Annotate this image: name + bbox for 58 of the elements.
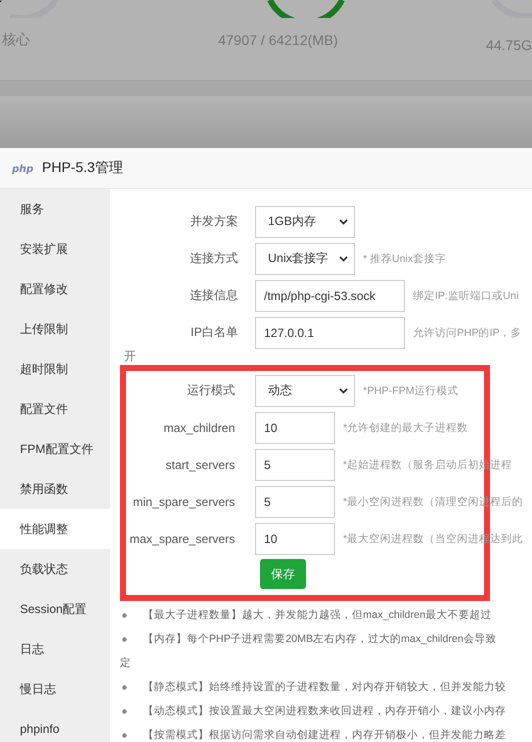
cpu-label: 核心 bbox=[2, 31, 30, 49]
note-text: 【内存】每个PHP子进程需要20MB左右内存，过大的max_children会导致 bbox=[143, 632, 496, 646]
hint-text: *PHP-FPM运行模式 bbox=[363, 384, 458, 398]
sidebar-item[interactable]: 禁用函数 bbox=[0, 469, 110, 509]
field-label: 运行模式 bbox=[186, 382, 235, 399]
sidebar-item[interactable]: FPM配置文件 bbox=[0, 429, 110, 469]
input-field[interactable]: 5 bbox=[255, 486, 335, 518]
field-label: max_children bbox=[162, 420, 235, 434]
sidebar-item[interactable]: 安装扩展 bbox=[0, 229, 110, 269]
input-field[interactable]: /tmp/php-cgi-53.sock bbox=[255, 280, 405, 312]
gauge-ring-drawing bbox=[0, 0, 60, 18]
hint-text: *允许创建的最大子进程数 bbox=[343, 420, 468, 434]
field-label: start_servers bbox=[164, 458, 235, 472]
input-field[interactable]: 10 bbox=[255, 522, 335, 554]
hint-text: * 推荐Unix套接字 bbox=[363, 252, 446, 266]
dropdown[interactable]: 动态 bbox=[255, 374, 355, 406]
sidebar-item[interactable]: phpinfo bbox=[0, 709, 110, 742]
dropdown[interactable]: 1GB内存 bbox=[255, 206, 355, 238]
sidebar-item[interactable]: Session配置 bbox=[0, 589, 110, 629]
memory-reading: 47907 / 64212(MB) bbox=[218, 32, 338, 48]
field-label: IP白名单 bbox=[190, 324, 238, 341]
caret-icon bbox=[339, 256, 348, 262]
hint-text: 绑定IP:监听端口或Uni bbox=[413, 288, 519, 302]
wrapped-text: 开 bbox=[124, 348, 137, 365]
dropdown[interactable]: Unix套接字 bbox=[255, 242, 355, 274]
field-label: 连接方式 bbox=[189, 250, 238, 267]
note-text: 【最大子进程数量】越大，并发能力越强，但max_children最大不要超过 bbox=[143, 608, 492, 622]
note-text: 【静态模式】始终维持设置的子进程数量，对内存开销较大，但并发能力较 bbox=[143, 680, 506, 694]
sidebar-item[interactable]: 服务 bbox=[0, 189, 110, 229]
bullet-icon bbox=[122, 708, 127, 714]
sidebar-item[interactable]: 配置文件 bbox=[0, 389, 110, 429]
sidebar-item[interactable]: 日志 bbox=[0, 629, 110, 669]
sidebar-item[interactable]: 负载状态 bbox=[0, 549, 110, 589]
bullet-icon bbox=[122, 684, 127, 690]
caret-icon bbox=[339, 388, 348, 394]
note-text: 【按需模式】根据访问需求自动创建进程，内存开销极小，但并发能力略差 bbox=[143, 728, 506, 742]
php-logo-icon: php bbox=[12, 162, 36, 174]
field-label: 连接信息 bbox=[189, 287, 238, 304]
field-label: min_spare_servers bbox=[132, 494, 235, 508]
input-field[interactable]: 5 bbox=[255, 448, 335, 480]
dialog-title: PHP-5.3管理 bbox=[42, 159, 123, 177]
bullet-icon bbox=[122, 612, 127, 618]
sidebar-item[interactable]: 配置修改 bbox=[0, 269, 110, 309]
bullet-icon bbox=[122, 636, 127, 642]
hint-text: 允许访问PHP的IP，多 bbox=[413, 326, 522, 340]
note-text: 定 bbox=[120, 656, 131, 670]
input-field[interactable]: 10 bbox=[255, 412, 335, 444]
bullet-icon bbox=[122, 732, 127, 738]
sidebar-item[interactable]: 慢日志 bbox=[0, 669, 110, 709]
sidebar-item[interactable]: 超时限制 bbox=[0, 349, 110, 389]
sidebar-item[interactable]: 上传限制 bbox=[0, 309, 110, 349]
field-label: max_spare_servers bbox=[128, 532, 235, 546]
caret-icon bbox=[339, 218, 348, 224]
note-text: 【动态模式】按设置最大空闲进程数来收回进程，内存开销小，建议小内存 bbox=[143, 704, 506, 718]
disk-reading: 44.75G bbox=[486, 37, 532, 53]
sidebar-item[interactable]: 性能调整 bbox=[0, 509, 110, 549]
input-field[interactable]: 127.0.0.1 bbox=[255, 316, 405, 348]
field-label: 并发方案 bbox=[189, 213, 238, 230]
